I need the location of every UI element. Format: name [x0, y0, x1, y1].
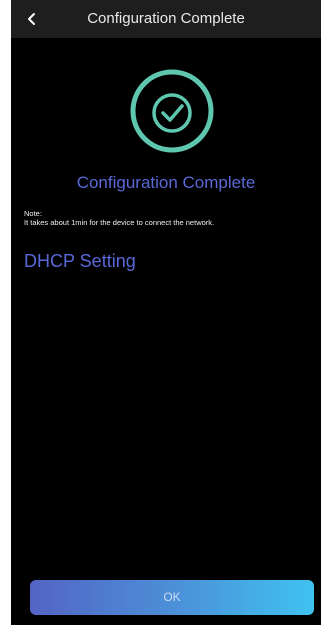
page-title: Configuration Complete	[87, 10, 245, 27]
note-label: Note:	[24, 209, 42, 218]
status-title: Configuration Complete	[76, 173, 256, 192]
note-text: It takes about 1min for the device to co…	[24, 218, 215, 227]
note-block: Note: It takes about 1min for the device…	[24, 209, 214, 227]
ok-button[interactable]: OK	[30, 580, 314, 615]
check-circle-icon	[130, 69, 214, 153]
back-button[interactable]	[17, 4, 47, 34]
dhcp-setting-link[interactable]: DHCP Setting	[24, 251, 136, 272]
chevron-left-icon	[28, 13, 35, 25]
header-bar: Configuration Complete	[11, 0, 321, 38]
app-screen: Configuration Complete Configuration Com…	[11, 0, 321, 625]
